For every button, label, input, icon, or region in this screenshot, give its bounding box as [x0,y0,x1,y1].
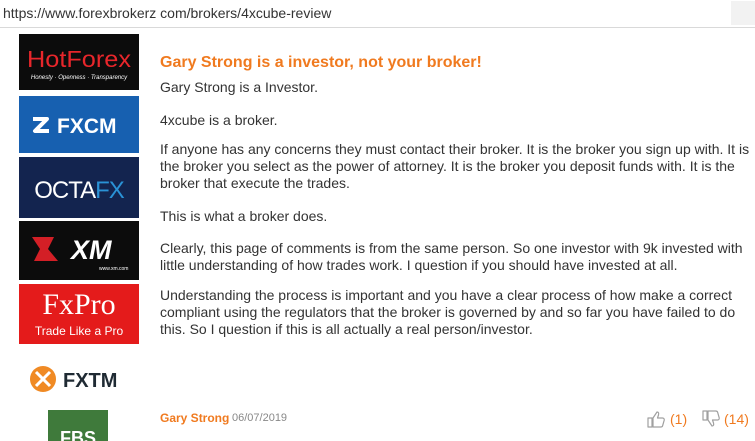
octafx-wordmark-fx: FX [95,177,125,204]
broker-logo-xm[interactable]: XM www.xm.com [19,221,139,280]
toolbar-button-stub[interactable] [731,1,755,25]
address-url[interactable]: https://www.forexbrokerz com/brokers/4xc… [3,5,331,21]
comment-paragraph: 4xcube is a broker. [160,112,278,128]
comment-title: Gary Strong is a investor, not your brok… [160,54,482,71]
broker-sidebar: HotForex Honesty · Openness · Transparen… [0,28,160,441]
comment-paragraph: Understanding the process is important a… [160,287,736,337]
fxtm-wordmark: FXTM [63,370,117,392]
fxpro-wordmark: FxPro [42,288,115,321]
broker-logo-octafx[interactable]: OCTAFX [19,157,139,218]
thumbs-up-icon [647,411,665,428]
broker-logo-fbs[interactable]: FBS [48,410,108,441]
comment-area: Gary Strong is a investor, not your brok… [160,28,755,441]
comment-paragraph: Clearly, this page of comments is from t… [160,240,743,273]
svg-text:OCTAFX: OCTAFX [34,177,125,204]
comment-author[interactable]: Gary Strong [160,411,229,425]
dislike-count: (14) [724,411,749,427]
broker-logo-fxcm[interactable]: FXCM [19,96,139,153]
octafx-wordmark-octa: OCTA [34,177,96,204]
xm-emblem-icon [32,237,58,261]
comment-footer: Gary Strong 06/07/2019 (1) (14) [160,409,755,429]
broker-logo-fxtm[interactable]: FXTM [19,349,139,409]
broker-logo-fxpro[interactable]: FxPro Trade Like a Pro [19,284,139,344]
fxcm-wordmark: FXCM [57,115,117,138]
comment-paragraph: This is what a broker does. [160,208,328,224]
comment-date: 06/07/2019 [232,412,288,424]
comment-paragraph: If anyone has any concerns they must con… [160,141,750,191]
comment-paragraph: Gary Strong is a Investor. [160,79,318,95]
xm-site: www.xm.com [99,266,128,272]
xm-wordmark: XM [69,235,112,265]
thumbs-down-icon [702,410,720,427]
like-count: (1) [670,411,688,427]
fxtm-emblem-icon [30,366,56,392]
fbs-wordmark: FBS [60,428,96,441]
hotforex-wordmark: HotForex [27,46,132,72]
address-bar[interactable]: https://www.forexbrokerz com/brokers/4xc… [0,0,755,28]
fxcm-swirl-icon [33,117,49,133]
fxpro-tagline: Trade Like a Pro [35,324,124,338]
hotforex-tagline: Honesty · Openness · Transparency [31,75,128,81]
broker-logo-hotforex[interactable]: HotForex Honesty · Openness · Transparen… [19,34,139,90]
